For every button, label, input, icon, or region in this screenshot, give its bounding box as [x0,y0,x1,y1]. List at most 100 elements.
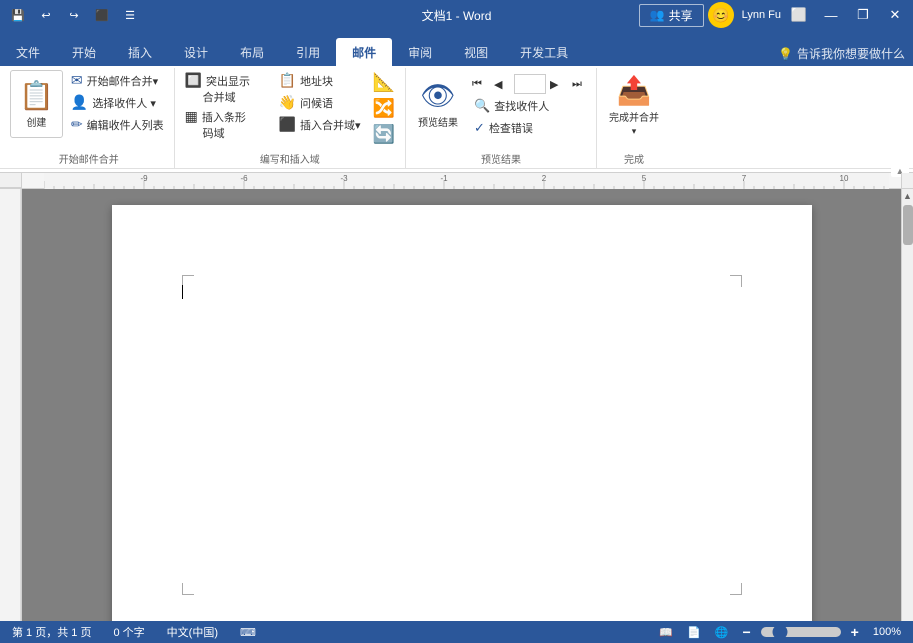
corner-top-left [182,275,194,287]
preview-results-button[interactable]: 👁 预览结果 [412,70,464,138]
tab-mailings[interactable]: 邮件 [336,38,392,66]
save-btn[interactable]: 💾 [6,3,30,27]
word-count[interactable]: 0 个字 [109,624,148,640]
highlight-fields-button[interactable]: 🔲 突出显示 [181,70,271,91]
username: Lynn Fu [742,9,781,21]
scroll-up-arrow[interactable]: ▲ [902,189,913,203]
ruler-svg: -9-6-3-125710 [44,173,889,189]
edit-recipients-button[interactable]: ✏ 编辑收件人列表 [67,114,168,135]
rules-button[interactable]: 📐 [369,70,399,95]
check-errors-button[interactable]: ✓ 检查错误 [470,118,590,138]
match-fields-button[interactable]: 🔀 [369,96,399,121]
ruler-horizontal-container: -9-6-3-125710 [0,173,913,189]
greeting-button[interactable]: 👋 问候语 [275,92,365,113]
prev-record-button[interactable]: ◀ [492,76,512,93]
tab-bar: 文件 开始 插入 设计 布局 引用 邮件 审阅 视图 开发工具 💡 告诉我你想要… [0,30,913,66]
tab-review[interactable]: 审阅 [392,38,448,66]
select-recipients-button[interactable]: 👤 选择收件人 ▾ [67,92,168,113]
ribbon-group-finish: 📤 完成并合并 ▾ 完成 [597,68,671,168]
ribbon-content: 📋 创建 ✉ 开始邮件合并▾ 👤 选择收件人 ▾ [0,66,913,168]
find-label: 查找收件人 [494,98,549,114]
undo-btn[interactable]: ↩ [34,3,58,27]
ruler-corner [0,173,22,188]
tab-view[interactable]: 视图 [448,38,504,66]
touch-btn[interactable]: ☰ [118,3,142,27]
status-bar: 第 1 页，共 1 页 0 个字 中文(中国) ⌨ 📖 📄 🌐 − + 100% [0,621,913,643]
tab-home[interactable]: 开始 [56,38,112,66]
read-mode-btn[interactable]: 📖 [655,626,677,639]
update-labels-button[interactable]: 🔄 [369,122,399,147]
highlight-label: 突出显示 [206,73,250,89]
scroll-thumb[interactable] [903,205,913,245]
greeting-icon: 👋 [279,94,296,111]
next-record-button[interactable]: ▶ [548,76,568,93]
customize-btn[interactable]: ⬛ [90,3,114,27]
record-number-input[interactable] [514,74,546,94]
minimize-btn[interactable]: — [817,0,845,30]
highlight-icon: 🔲 [185,72,202,89]
finish-icon: 📤 [617,74,652,107]
start-mail-merge-button[interactable]: ✉ 开始邮件合并▾ [67,70,168,91]
vertical-scrollbar[interactable]: ▲ ▼ [901,189,913,632]
tell-me-box[interactable]: 💡 告诉我你想要做什么 [770,41,913,66]
svg-text:2: 2 [542,174,547,183]
first-record-button[interactable]: ⏮ [470,76,490,93]
finish-label: 完成并合并 [609,109,659,124]
text-cursor [182,285,183,299]
insert-merge-field-button[interactable]: ⬛ 插入合并域▾ [275,114,365,135]
corner-top-right [730,275,742,287]
zoom-minus[interactable]: − [738,624,754,640]
find-recipient-button[interactable]: 🔍 查找收件人 [470,96,590,116]
tab-layout[interactable]: 布局 [224,38,280,66]
ribbon-toggle-btn[interactable]: ⬜ [785,0,813,30]
preview-icon: 👁 [420,79,456,112]
ruler-right-cap [901,173,913,188]
ruler-horizontal: -9-6-3-125710 [44,173,889,189]
last-record-button[interactable]: ⏭ [570,76,590,93]
start-merge-group-label: 开始邮件合并 [10,149,168,168]
create-label: 创建 [26,114,46,129]
tab-file[interactable]: 文件 [0,38,56,66]
close-btn[interactable]: ✕ [881,0,909,30]
page-info[interactable]: 第 1 页，共 1 页 [8,624,95,640]
finish-merge-button[interactable]: 📤 完成并合并 ▾ [603,70,665,141]
ribbon-group-preview: 👁 预览结果 ⏮ ◀ ▶ ⏭ 🔍 查找收件人 [406,68,597,168]
address-icon: 📋 [279,72,296,89]
rules-icon: 📐 [373,72,395,93]
barcode-icon: ▦ [185,108,198,125]
share-button[interactable]: 👥 共享 [639,4,704,27]
insert-barcode-button[interactable]: ▦ 插入条形 [181,106,271,127]
share-icon: 👥 [650,8,665,22]
print-layout-btn[interactable]: 📄 [683,626,705,639]
preview-label: 预览结果 [418,114,458,129]
document-page[interactable] [112,205,812,632]
tab-developer[interactable]: 开发工具 [504,38,584,66]
redo-btn[interactable]: ↪ [62,3,86,27]
update-icon: 🔄 [373,124,395,145]
restore-btn[interactable]: ❐ [849,0,877,30]
user-avatar[interactable]: 😊 [708,2,734,28]
keyboard-icon[interactable]: ⌨ [236,626,260,639]
zoom-slider[interactable] [761,627,841,637]
finish-arrow: ▾ [632,126,637,137]
document-area[interactable] [22,189,901,632]
create-button[interactable]: 📋 创建 [10,70,63,138]
tab-references[interactable]: 引用 [280,38,336,66]
address-block-button[interactable]: 📋 地址块 [275,70,365,91]
corner-bottom-right [730,583,742,595]
svg-text:-9: -9 [140,174,148,183]
zoom-plus[interactable]: + [847,624,863,640]
web-layout-btn[interactable]: 🌐 [711,626,733,639]
insert-field-label: 插入合并域▾ [300,117,361,133]
user-area: 👥 共享 😊 Lynn Fu ⬜ — ❐ ✕ [639,0,913,30]
ribbon-group-start-merge: 📋 创建 ✉ 开始邮件合并▾ 👤 选择收件人 ▾ [4,68,175,168]
preview-group-label: 预览结果 [412,149,590,168]
check-icon: ✓ [474,120,485,136]
tab-insert[interactable]: 插入 [112,38,168,66]
ribbon: 📋 创建 ✉ 开始邮件合并▾ 👤 选择收件人 ▾ [0,66,913,173]
zoom-percent[interactable]: 100% [869,626,905,638]
finish-content: 📤 完成并合并 ▾ [603,68,665,149]
language[interactable]: 中文(中国) [163,624,222,640]
svg-text:-1: -1 [440,174,448,183]
tab-design[interactable]: 设计 [168,38,224,66]
